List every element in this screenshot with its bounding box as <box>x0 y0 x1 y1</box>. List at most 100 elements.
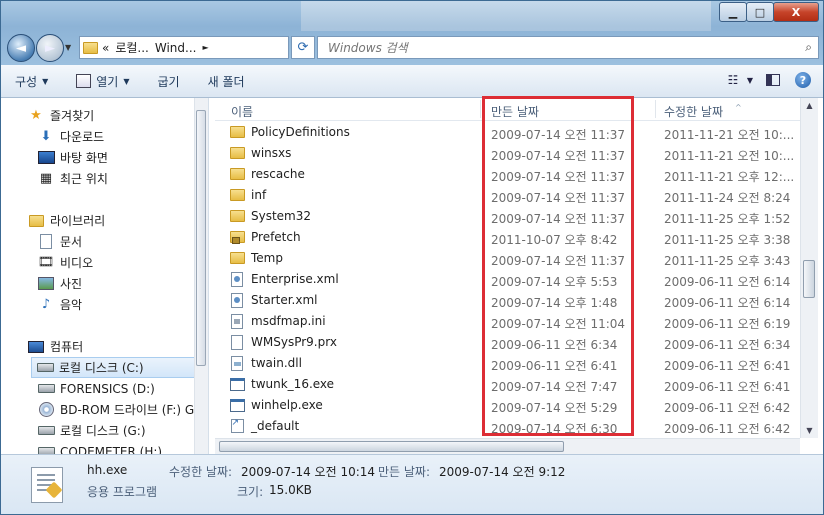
open-button[interactable]: 열기 ▼ <box>62 69 143 93</box>
file-name-cell: winhelp.exe <box>229 398 323 412</box>
file-name: rescache <box>251 167 305 181</box>
file-name: winhelp.exe <box>251 398 323 412</box>
nav-music[interactable]: ♪ 음악 <box>37 294 82 315</box>
refresh-icon[interactable]: ⟳ <box>291 36 315 59</box>
toolbar-right: ☷ ▼ ? <box>715 69 815 91</box>
download-icon: ⬇ <box>40 129 52 144</box>
close-button[interactable]: X <box>773 2 819 22</box>
nav-pane-scroll-thumb[interactable] <box>196 110 206 366</box>
nav-drive-d[interactable]: FORENSICS (D:) <box>37 378 155 399</box>
scroll-down-icon[interactable]: ▼ <box>801 423 818 438</box>
file-list-hscrollbar[interactable] <box>215 438 800 455</box>
column-divider[interactable] <box>480 100 481 118</box>
address-chevron-icon[interactable]: ► <box>202 43 208 52</box>
nav-documents[interactable]: 문서 <box>37 231 82 252</box>
scroll-up-icon[interactable]: ▲ <box>801 98 818 113</box>
address-segment-local-disk[interactable]: 로컬... <box>115 39 149 56</box>
navigation-bar: ◄ ► ▼ « 로컬... Wind... ► ⟳ ⌕ <box>7 34 819 62</box>
command-bar: 구성 ▼ 열기 ▼ 굽기 새 폴더 ☷ ▼ ? <box>1 65 823 98</box>
maximize-button[interactable]: □ <box>746 2 774 22</box>
search-input[interactable] <box>326 39 790 56</box>
exe-file-icon <box>229 377 245 391</box>
help-icon: ? <box>795 72 811 88</box>
nav-drive-c[interactable]: 로컬 디스크 (C:) <box>31 357 208 378</box>
nav-label: FORENSICS (D:) <box>60 381 155 396</box>
ini-file-icon <box>229 313 245 329</box>
computer-icon <box>27 339 45 355</box>
highlight-box <box>482 96 634 436</box>
nav-label: 바탕 화면 <box>60 151 108 165</box>
file-name-cell: inf <box>229 188 266 202</box>
details-pane: hh.exe 응용 프로그램 수정한 날짜: 2009-07-14 오전 10:… <box>1 454 823 514</box>
music-note-icon: ♪ <box>41 297 51 312</box>
nav-label: 사진 <box>60 277 83 291</box>
shortcut-icon <box>229 418 245 433</box>
file-name-cell: System32 <box>229 209 311 223</box>
file-name: WMSysPr9.prx <box>251 335 337 349</box>
address-overflow[interactable]: « <box>102 41 109 55</box>
burn-button[interactable]: 굽기 <box>144 69 194 93</box>
file-icon <box>229 334 245 350</box>
column-date-modified[interactable]: 수정한 날짜 <box>664 103 723 120</box>
nav-favorites[interactable]: ★ 즐겨찾기 <box>27 105 94 126</box>
organize-label: 구성 <box>15 74 38 89</box>
folder-icon <box>229 146 245 160</box>
nav-label: 컴퓨터 <box>50 340 84 354</box>
file-list-hscroll-thumb[interactable] <box>219 441 564 452</box>
recent-pages-dropdown-icon[interactable]: ▼ <box>65 43 71 52</box>
drive-icon <box>36 360 54 376</box>
nav-drive-f[interactable]: BD-ROM 드라이브 (F:) G <box>37 399 194 420</box>
search-box[interactable]: ⌕ <box>317 36 819 59</box>
dll-file-icon <box>229 355 245 371</box>
view-options-icon[interactable]: ☷ <box>721 69 745 91</box>
back-button[interactable]: ◄ <box>7 34 35 62</box>
nav-libraries[interactable]: 라이브러리 <box>27 210 105 231</box>
file-name: winsxs <box>251 146 292 160</box>
nav-label: BD-ROM 드라이브 (F:) G <box>60 403 195 417</box>
nav-drive-h[interactable]: CODEMETER (H:) <box>37 441 162 454</box>
file-date-modified: 2009-06-11 오전 6:41 <box>664 359 791 373</box>
file-list-scroll-thumb[interactable] <box>803 260 815 298</box>
open-label: 열기 <box>96 74 119 89</box>
file-name-cell: Temp <box>229 251 283 265</box>
column-name[interactable]: 이름 <box>231 103 253 120</box>
file-date-modified: 2011-11-21 오전 10:... <box>664 128 795 142</box>
new-folder-button[interactable]: 새 폴더 <box>194 69 259 93</box>
nav-downloads[interactable]: ⬇ 다운로드 <box>37 126 105 147</box>
file-list-scrollbar[interactable]: ▲ ▼ <box>800 98 818 438</box>
file-name: inf <box>251 188 267 202</box>
exe-file-icon <box>229 398 245 412</box>
search-icon[interactable]: ⌕ <box>805 40 812 55</box>
title-bar: ▁ □ X ◄ ► ▼ « 로컬... Wind... ► ⟳ ⌕ <box>1 1 823 65</box>
address-bar[interactable]: « 로컬... Wind... ► <box>79 36 289 59</box>
application-icon <box>31 467 63 503</box>
nav-label: 음악 <box>60 298 83 312</box>
folder-icon <box>229 251 245 265</box>
address-segment-windows[interactable]: Wind... <box>155 41 197 55</box>
nav-videos[interactable]: 🎞 비디오 <box>37 252 93 273</box>
organize-button[interactable]: 구성 ▼ <box>1 69 62 93</box>
help-button[interactable]: ? <box>791 69 815 91</box>
file-date-modified: 2011-11-25 오후 1:52 <box>664 212 791 226</box>
locked-folder-icon <box>229 230 245 244</box>
file-date-modified: 2009-06-11 오전 6:14 <box>664 296 791 310</box>
forward-button[interactable]: ► <box>36 34 64 62</box>
file-name: _default <box>251 419 300 433</box>
view-dropdown-icon[interactable]: ▼ <box>745 69 755 91</box>
file-date-modified: 2009-06-11 오전 6:41 <box>664 380 791 394</box>
details-created-value: 2009-07-14 오전 9:12 <box>439 465 566 479</box>
preview-pane-icon[interactable] <box>761 69 785 91</box>
nav-pictures[interactable]: 사진 <box>37 273 82 294</box>
nav-recent[interactable]: ▦ 최근 위치 <box>37 168 108 189</box>
nav-label: 로컬 디스크 (G:) <box>60 424 146 438</box>
nav-label: 문서 <box>60 235 83 249</box>
nav-computer[interactable]: 컴퓨터 <box>27 336 83 357</box>
file-date-modified: 2009-06-11 오전 6:14 <box>664 275 791 289</box>
nav-drive-g[interactable]: 로컬 디스크 (G:) <box>37 420 146 441</box>
nav-pane-scrollbar[interactable] <box>194 98 208 454</box>
nav-desktop[interactable]: 바탕 화면 <box>37 147 108 168</box>
column-divider[interactable] <box>655 100 656 118</box>
minimize-button[interactable]: ▁ <box>719 2 747 22</box>
file-name: twain.dll <box>251 356 302 370</box>
details-size-value: 15.0KB <box>269 483 312 497</box>
